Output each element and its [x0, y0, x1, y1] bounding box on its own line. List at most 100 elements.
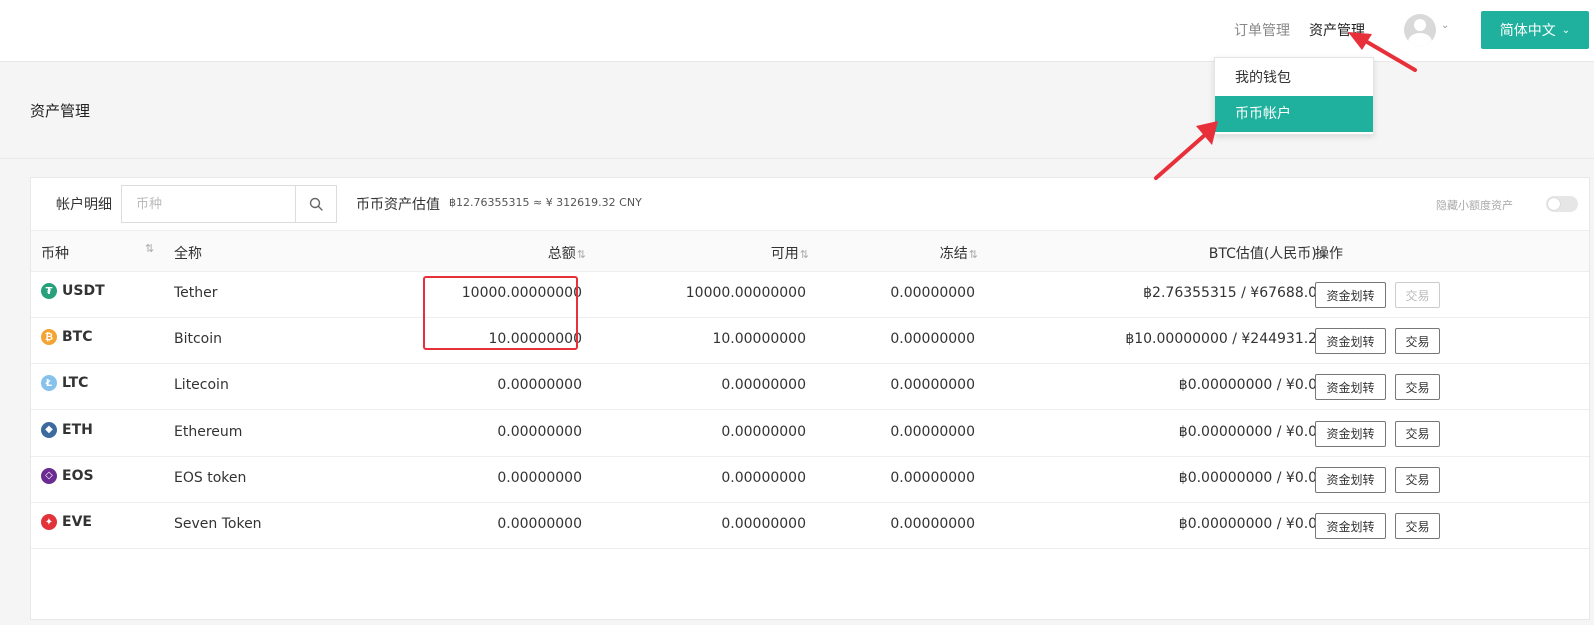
- annotation-arrow-icon: [1154, 121, 1218, 180]
- frozen-value: 0.00000000: [890, 331, 975, 348]
- trade-button[interactable]: 交易: [1395, 374, 1440, 401]
- header-frozen[interactable]: 冻结⇅: [940, 243, 978, 263]
- header-available[interactable]: 可用⇅: [771, 243, 809, 263]
- table-row: Ł LTC Litecoin 0.00000000 0.00000000 0.000000…: [31, 364, 1589, 411]
- sort-icon: ⇅: [968, 248, 978, 261]
- coin-symbol: LTC: [62, 375, 89, 392]
- coin-symbol: BTC: [62, 329, 93, 346]
- coin-cell: ◇ EOS: [41, 467, 94, 484]
- trade-button[interactable]: 交易: [1395, 466, 1440, 493]
- frozen-value: 0.00000000: [890, 469, 975, 486]
- btc-valuation-value: ฿10.00000000 / ¥244931.26: [1125, 331, 1326, 348]
- hide-small-assets-toggle[interactable]: [1546, 196, 1578, 212]
- coin-name: Ethereum: [174, 423, 243, 440]
- coin-name: Litecoin: [174, 377, 229, 394]
- table-row: ₮ USDT Tether 10000.00000000 10000.00000000 0…: [31, 272, 1589, 318]
- sort-icon: ⇅: [576, 248, 586, 261]
- chevron-down-icon: ⌄: [1561, 24, 1571, 36]
- btc-valuation-value: ฿0.00000000 / ¥0.00: [1178, 516, 1326, 532]
- trade-button[interactable]: 交易: [1395, 328, 1440, 355]
- available-value: 10000.00000000: [685, 285, 806, 301]
- header-available-label: 可用: [770, 246, 799, 262]
- coin-icon: Ł: [41, 375, 57, 392]
- header-operations: 操作: [1315, 246, 1343, 262]
- header-total[interactable]: 总额⇅: [548, 243, 586, 263]
- total-value: 0.00000000: [497, 469, 582, 486]
- available-value: 0.00000000: [721, 377, 806, 394]
- coin-icon: ✦: [41, 514, 57, 530]
- coin-symbol: EVE: [62, 514, 92, 530]
- table-header: 币种 ⇅ 全称 总额⇅ 可用⇅ 冻结⇅ BTC估值(人民币)⇅ 操作: [31, 230, 1589, 272]
- nav-orders-link[interactable]: 订单管理: [1234, 20, 1290, 40]
- table-row: ◆ ETH Ethereum 0.00000000 0.00000000 0.000000…: [31, 411, 1589, 457]
- header-btc-valuation[interactable]: BTC估值(人民币)⇅: [1209, 243, 1327, 263]
- trade-button[interactable]: 交易: [1395, 282, 1440, 308]
- table-row: ✦ EVE Seven Token 0.00000000 0.00000000 0.000…: [31, 503, 1589, 549]
- available-value: 0.00000000: [721, 469, 806, 486]
- available-value: 0.00000000: [721, 423, 806, 440]
- valuation-value: ฿12.76355315 ≈ ¥ 312619.32 CNY: [449, 196, 642, 209]
- coin-symbol: ETH: [62, 421, 93, 438]
- available-value: 10.00000000: [712, 331, 806, 348]
- coin-cell: ✦ EVE: [41, 514, 92, 530]
- coin-name: Bitcoin: [174, 331, 223, 348]
- total-value: 0.00000000: [497, 377, 582, 394]
- annotation-highlight-box: [423, 276, 578, 350]
- total-value: 0.00000000: [497, 423, 582, 440]
- coin-cell: ₿ BTC: [41, 329, 93, 346]
- trade-button[interactable]: 交易: [1395, 513, 1440, 539]
- coin-cell: Ł LTC: [41, 375, 89, 392]
- transfer-button[interactable]: 资金划转: [1315, 374, 1386, 401]
- coin-cell: ◆ ETH: [41, 421, 93, 438]
- hide-small-assets-label: 隐藏小额度资产: [1436, 199, 1513, 212]
- coin-symbol: USDT: [62, 283, 105, 299]
- transfer-button[interactable]: 资金划转: [1315, 420, 1386, 447]
- header-total-label: 总额: [547, 246, 576, 262]
- frozen-value: 0.00000000: [890, 377, 975, 394]
- total-value: 0.00000000: [497, 516, 582, 532]
- coin-name: EOS token: [174, 469, 247, 486]
- btc-valuation-value: ฿0.00000000 / ¥0.00: [1178, 469, 1326, 486]
- transfer-button[interactable]: 资金划转: [1315, 328, 1386, 355]
- coin-icon: ₿: [41, 329, 57, 346]
- header-coin: 币种: [41, 246, 69, 262]
- frozen-value: 0.00000000: [890, 423, 975, 440]
- chevron-down-icon[interactable]: ⌄: [1441, 20, 1449, 31]
- header-name: 全称: [174, 246, 202, 262]
- account-detail-card: 帐户明细 币币资产估值 ฿12.76355315 ≈ ¥ 312619.32 C…: [30, 177, 1590, 620]
- table-row: ₿ BTC Bitcoin 10.00000000 10.00000000 0.00000…: [31, 318, 1589, 365]
- header-btc-valuation-label: BTC估值(人民币): [1208, 246, 1317, 262]
- coin-name: Seven Token: [174, 516, 262, 532]
- frozen-value: 0.00000000: [890, 285, 975, 301]
- btc-valuation-value: ฿2.76355315 / ¥67688.05: [1143, 285, 1326, 301]
- search-icon: [309, 197, 323, 211]
- transfer-button[interactable]: 资金划转: [1315, 466, 1386, 493]
- coin-icon: ◇: [41, 467, 57, 484]
- btc-valuation-value: ฿0.00000000 / ¥0.00: [1178, 377, 1326, 394]
- coin-icon: ₮: [41, 283, 57, 299]
- toggle-knob: [1548, 198, 1560, 210]
- trade-button[interactable]: 交易: [1395, 420, 1440, 447]
- language-button[interactable]: 简体中文 ⌄: [1481, 11, 1589, 49]
- table-row: ◇ EOS EOS token 0.00000000 0.00000000 0.00000…: [31, 457, 1589, 503]
- valuation-label: 币币资产估值: [356, 197, 440, 213]
- account-detail-label: 帐户明细: [56, 197, 112, 213]
- available-value: 0.00000000: [721, 516, 806, 532]
- frozen-value: 0.00000000: [890, 516, 975, 532]
- coin-cell: ₮ USDT: [41, 283, 105, 299]
- menu-item-spot-account[interactable]: 币币帐户: [1215, 96, 1373, 132]
- transfer-button[interactable]: 资金划转: [1315, 513, 1386, 539]
- page-title: 资产管理: [30, 102, 91, 120]
- sort-icon[interactable]: ⇅: [145, 242, 154, 255]
- sort-icon: ⇅: [799, 248, 809, 261]
- language-label: 简体中文: [1499, 23, 1556, 39]
- coin-icon: ◆: [41, 421, 57, 438]
- header-frozen-label: 冻结: [939, 246, 968, 262]
- search-button[interactable]: [295, 185, 337, 223]
- btc-valuation-value: ฿0.00000000 / ¥0.00: [1178, 423, 1326, 440]
- annotation-arrow-icon: [1348, 32, 1417, 72]
- coin-search-input[interactable]: [121, 185, 295, 223]
- coin-symbol: EOS: [62, 467, 94, 484]
- coin-name: Tether: [174, 285, 218, 301]
- transfer-button[interactable]: 资金划转: [1315, 282, 1386, 308]
